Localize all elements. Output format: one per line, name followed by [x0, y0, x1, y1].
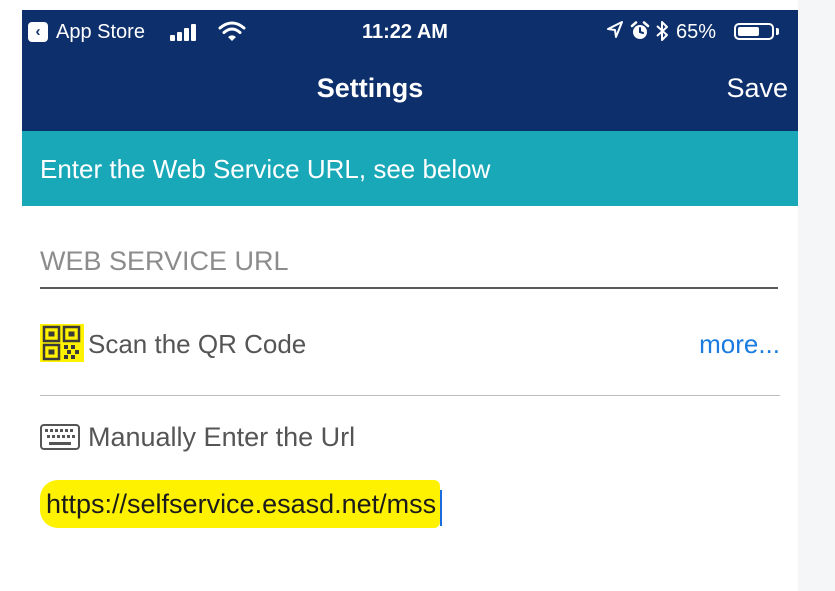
web-service-url-input[interactable]: [40, 235, 778, 289]
text-cursor: [440, 490, 442, 526]
battery-percent: 65%: [676, 21, 717, 43]
window-right-edge: [798, 0, 835, 591]
qr-code-icon: [40, 324, 84, 362]
save-button[interactable]: Save: [698, 70, 788, 106]
location-arrow-icon: [607, 21, 623, 38]
navigation-bar: ‹ App Store 11:22 AM 65% Settings Save: [22, 10, 798, 131]
manual-entry-label: Manually Enter the Url: [88, 422, 356, 452]
scan-qr-label: Scan the QR Code: [88, 329, 307, 359]
bluetooth-icon: [656, 21, 668, 41]
section-divider: [40, 395, 780, 396]
status-bar: ‹ App Store 11:22 AM 65%: [22, 10, 798, 54]
window-left-edge: [0, 0, 22, 591]
window-top-edge: [0, 0, 835, 10]
instruction-banner: Enter the Web Service URL, see below: [22, 131, 798, 206]
wifi-icon: [218, 21, 246, 41]
back-to-app-label[interactable]: App Store: [56, 18, 145, 46]
battery-tip: [776, 28, 779, 35]
cell-signal-icon: [170, 23, 210, 41]
keyboard-icon: [40, 424, 80, 450]
status-time: 11:22 AM: [362, 21, 448, 43]
manual-entry-row[interactable]: Manually Enter the Url: [40, 414, 780, 458]
more-link[interactable]: more...: [699, 328, 780, 360]
back-to-app-icon[interactable]: ‹: [28, 22, 48, 42]
battery-level-fill: [738, 27, 759, 36]
manual-url-input[interactable]: https://selfservice.esasd.net/mss: [40, 480, 441, 528]
scan-qr-row[interactable]: Scan the QR Code more...: [40, 316, 780, 372]
battery-icon: [734, 23, 774, 40]
alarm-clock-icon: [630, 21, 650, 39]
phone-screen: ‹ App Store 11:22 AM 65% Settings Save E…: [22, 10, 798, 591]
instruction-text: Enter the Web Service URL, see below: [40, 154, 491, 184]
page-title: Settings: [316, 73, 424, 103]
